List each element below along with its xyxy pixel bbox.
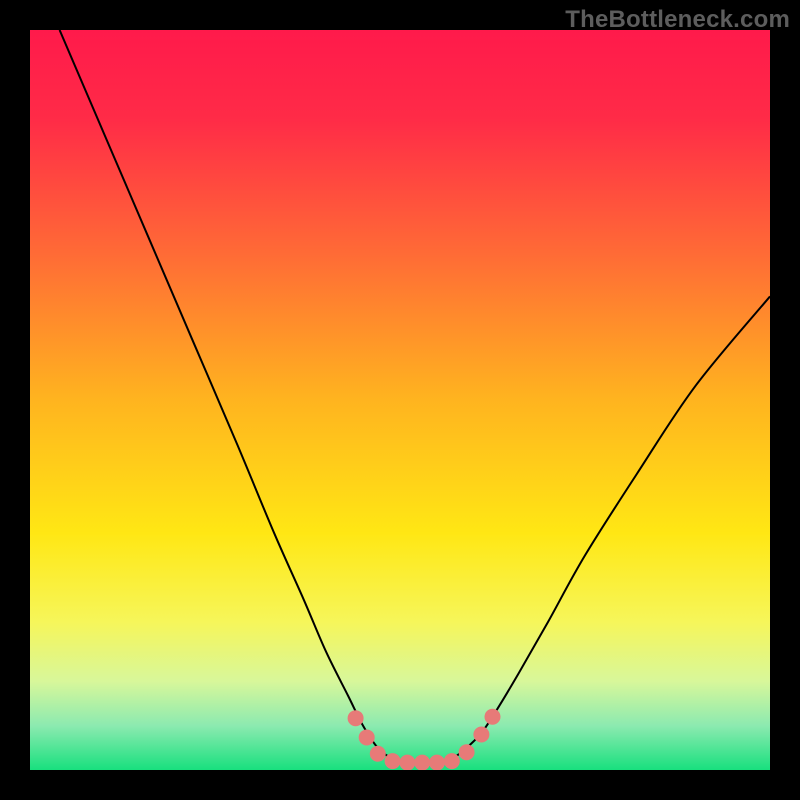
- highlight-marker: [370, 746, 386, 762]
- highlight-marker: [459, 744, 475, 760]
- highlight-marker: [359, 729, 375, 745]
- highlight-marker: [399, 755, 415, 770]
- watermark-text: TheBottleneck.com: [565, 6, 790, 34]
- plot-area: [30, 30, 770, 770]
- highlight-marker: [444, 753, 460, 769]
- chart-frame: TheBottleneck.com: [0, 0, 800, 800]
- highlight-marker: [473, 726, 489, 742]
- highlight-marker: [385, 753, 401, 769]
- gradient-background: [30, 30, 770, 770]
- highlight-marker: [429, 755, 445, 770]
- highlight-marker: [348, 710, 364, 726]
- highlight-marker: [414, 755, 430, 770]
- highlight-marker: [485, 709, 501, 725]
- chart-svg: [30, 30, 770, 770]
